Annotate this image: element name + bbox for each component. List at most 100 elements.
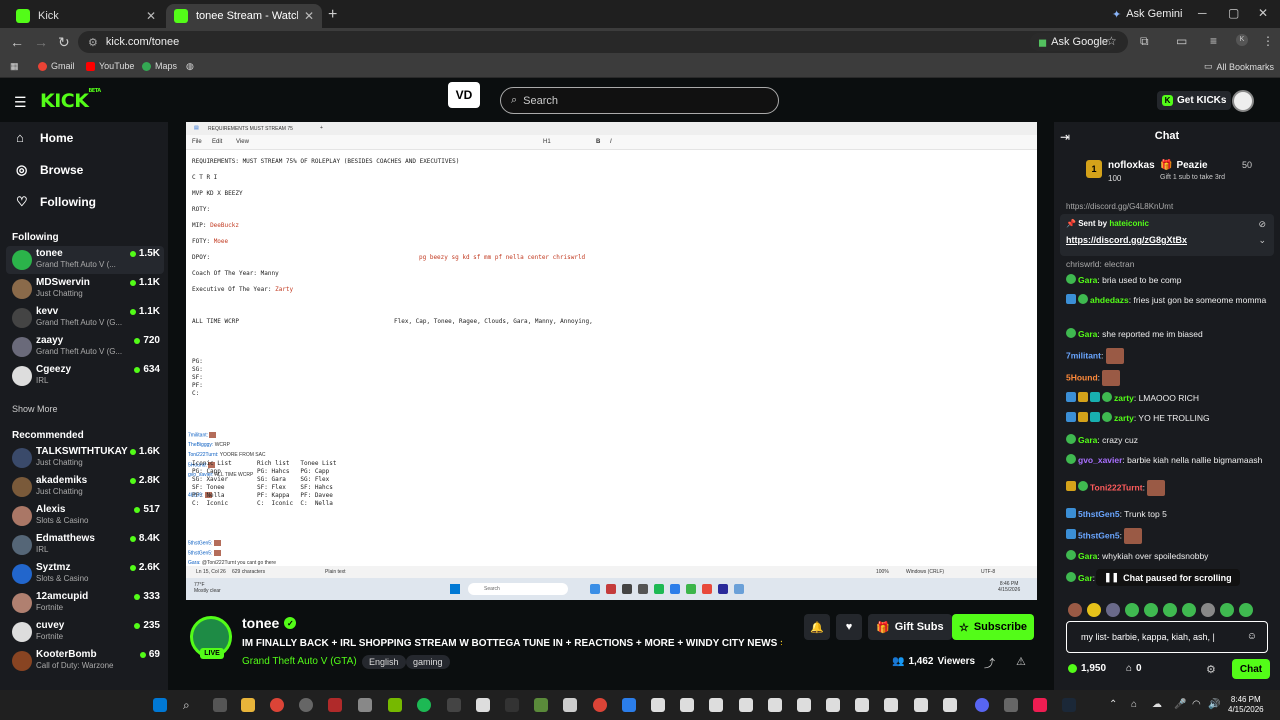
back-arrow-icon[interactable]: ← [10, 34, 24, 50]
emote-icon[interactable] [1163, 603, 1177, 617]
app-icon[interactable] [299, 698, 313, 712]
steam-icon[interactable] [1062, 698, 1076, 712]
wifi-icon[interactable]: ◠ [1192, 699, 1201, 710]
media-icon[interactable]: ≡ [1210, 34, 1217, 48]
chat-username[interactable]: Gara [1078, 329, 1097, 339]
sidebar-channel-cgeezy[interactable]: Cgeezy IRL 634 [6, 362, 164, 390]
sidepanel-icon[interactable]: ▭ [1176, 34, 1187, 48]
emote-icon[interactable] [1125, 603, 1139, 617]
chrome-icon[interactable] [270, 698, 284, 712]
sidebar-channel-12amcupid[interactable]: 12amcupid Fortnite 333 [6, 589, 164, 617]
bookmark-gmail[interactable]: Gmail [38, 61, 75, 71]
send-chat-button[interactable]: Chat [1232, 659, 1270, 679]
tag-english[interactable]: English [362, 655, 406, 669]
video-player[interactable]: ▤ REQUIREMENTS MUST STREAM 75 + File Edi… [186, 122, 1037, 600]
chat-settings-gear-icon[interactable]: ⚙ [1206, 663, 1216, 676]
document-icon[interactable] [680, 698, 694, 712]
pinned-link[interactable]: https://discord.gg/zG8gXtBx [1066, 235, 1187, 245]
maximize-icon[interactable]: ▢ [1228, 6, 1239, 20]
chat-username[interactable]: ahdedazs [1090, 295, 1129, 305]
bookmark-youtube[interactable]: YouTube [86, 61, 134, 71]
browser-tab-tonee[interactable]: tonee Stream - Watch Live o ✕ [166, 4, 322, 28]
streamer-name-row[interactable]: tonee ✓ [242, 615, 297, 631]
subscribe-button[interactable]: ☆ Subscribe [952, 614, 1034, 640]
stream-category-link[interactable]: Grand Theft Auto V (GTA) [242, 656, 357, 667]
apps-grid-icon[interactable]: ▦ [10, 61, 19, 72]
document-icon[interactable] [651, 698, 665, 712]
app-icon[interactable] [447, 698, 461, 712]
emote-icon[interactable] [1087, 603, 1101, 617]
chat-paused-banner[interactable]: ❚❚ Chat paused for scrolling [1096, 569, 1240, 586]
chat-input[interactable]: my list- barbie, kappa, kiah, ash, | ☺ [1066, 621, 1268, 653]
document-icon[interactable] [563, 698, 577, 712]
sidebar-channel-zaayy[interactable]: zaayy Grand Theft Auto V (G... 720 [6, 333, 164, 361]
tag-gaming[interactable]: gaming [406, 655, 450, 669]
sidebar-channel-akademiks[interactable]: akademiks Just Chatting 2.8K [6, 473, 164, 501]
expand-pinned-chevron-icon[interactable]: ⌄ [1258, 235, 1266, 246]
chat-username[interactable]: gvo_xavier [1078, 455, 1122, 465]
search-input[interactable]: ⌕ Search [500, 87, 779, 114]
channel-points[interactable]: 1,950 [1068, 663, 1106, 674]
profile-icon[interactable]: K [1236, 34, 1248, 46]
sidebar-channel-syztmz[interactable]: Syztmz Slots & Casino 2.6K [6, 560, 164, 588]
sidebar-channel-talkswithtukay[interactable]: TALKSWITHTUKAY Just Chatting 1.6K [6, 444, 164, 472]
minimize-icon[interactable]: ─ [1198, 6, 1207, 20]
chat-username[interactable]: 5Hound [1066, 372, 1098, 382]
sidebar-channel-kooterbomb[interactable]: KooterBomb Call of Duty: Warzone 69 [6, 647, 164, 675]
bookmark-globe-icon[interactable]: ◍ [186, 61, 194, 72]
sidebar-channel-mdswervin[interactable]: MDSwervin Just Chatting 1.1K [6, 275, 164, 303]
chat-username[interactable]: Toni222Turnt [1090, 482, 1143, 492]
kicks-balance[interactable]: ⌂ 0 [1126, 663, 1142, 674]
emote-icon[interactable] [1201, 603, 1215, 617]
tiktok-icon[interactable] [1033, 698, 1047, 712]
document-icon[interactable] [739, 698, 753, 712]
document-icon[interactable] [826, 698, 840, 712]
close-tab-icon[interactable]: ✕ [146, 9, 156, 23]
new-tab-button[interactable]: + [328, 6, 337, 24]
microphone-icon[interactable]: 🎤 [1174, 699, 1186, 710]
emote-icon[interactable] [1239, 603, 1253, 617]
nav-browse[interactable]: ◎ Browse [16, 162, 83, 178]
sidebar-channel-cuvey[interactable]: cuvey Fortnite 235 [6, 618, 164, 646]
site-info-icon[interactable]: ⚙ [88, 36, 98, 49]
document-icon[interactable] [914, 698, 928, 712]
emoji-picker-icon[interactable]: ☺ [1247, 631, 1257, 642]
forward-arrow-icon[interactable]: → [34, 34, 48, 50]
kick-logo[interactable]: KICKBETA [40, 88, 101, 112]
volume-icon[interactable]: 🔊 [1208, 699, 1220, 710]
bookmark-star-icon[interactable]: ☆ [1106, 34, 1117, 48]
extensions-icon[interactable]: ⧉ [1140, 34, 1149, 49]
chat-username[interactable]: 7militant [1066, 350, 1101, 360]
sidebar-channel-kevv[interactable]: kevv Grand Theft Auto V (G... 1.1K [6, 304, 164, 332]
document-icon[interactable] [884, 698, 898, 712]
document-icon[interactable] [476, 698, 490, 712]
nvidia-icon[interactable] [388, 698, 402, 712]
app-icon[interactable] [328, 698, 342, 712]
chrome-icon[interactable] [593, 698, 607, 712]
nav-home[interactable]: ⌂ Home [16, 130, 73, 145]
follow-heart-icon[interactable]: ♥ [836, 614, 862, 640]
network-icon[interactable]: ☁ [1152, 699, 1162, 710]
browser-tab-kick[interactable]: Kick ✕ [8, 4, 164, 28]
chat-username[interactable]: 5thstGen5 [1078, 509, 1120, 519]
ask-gemini-button[interactable]: ✦ Ask Gemini [1104, 5, 1190, 23]
windows-start-icon[interactable] [153, 698, 167, 712]
unpin-icon[interactable]: ⊘ [1258, 219, 1266, 230]
get-kicks-button[interactable]: K Get KICKs [1157, 91, 1232, 110]
chat-username[interactable]: 5thstGen5 [1078, 530, 1120, 540]
search-icon[interactable]: ⌕ [183, 698, 197, 712]
chat-username[interactable]: zarty [1114, 393, 1134, 403]
document-icon[interactable] [709, 698, 723, 712]
sidebar-channel-tonee[interactable]: tonee Grand Theft Auto V (... 1.5K [6, 246, 164, 274]
url-field[interactable]: ⚙ kick.com/tonee [78, 31, 1128, 53]
emote-icon[interactable] [1106, 603, 1120, 617]
system-clock[interactable]: 8:46 PM 4/15/2026 [1228, 695, 1264, 715]
chat-username[interactable]: Gara [1078, 551, 1097, 561]
document-icon[interactable] [768, 698, 782, 712]
reload-icon[interactable]: ↻ [58, 34, 70, 51]
nav-following[interactable]: ♡ Following [16, 194, 96, 210]
user-avatar[interactable] [1232, 90, 1254, 112]
settings-icon[interactable] [358, 698, 372, 712]
chat-messages[interactable]: chriswrld: electran Gara: bria used to b… [1054, 258, 1280, 584]
ask-google-button[interactable]: ◼ Ask Google [1030, 33, 1117, 51]
